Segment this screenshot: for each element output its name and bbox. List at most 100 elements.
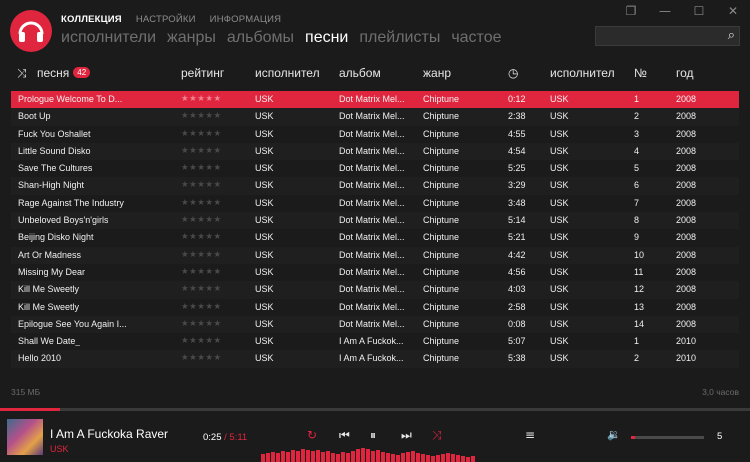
artist-cell: USK <box>255 94 274 104</box>
album-cell: Dot Matrix Mel... <box>339 249 405 260</box>
genre-cell: Chiptune <box>423 94 460 104</box>
top-navigation: КОЛЛЕКЦИЯ НАСТРОЙКИ ИНФОРМАЦИЯ <box>61 14 281 25</box>
table-row[interactable]: Beijing Disko Night ★★★★★ USK Dot Matrix Me… <box>11 229 739 246</box>
table-row[interactable]: Epilogue See You Again I... ★★★★★ USK Dot M… <box>11 315 739 334</box>
tab-songs[interactable]: песни <box>305 29 348 47</box>
tab-collection[interactable]: КОЛЛЕКЦИЯ <box>61 14 122 25</box>
column-genre[interactable]: жанр <box>423 66 451 80</box>
visualizer-bar <box>411 451 415 462</box>
song-count-badge: 42 <box>73 67 91 78</box>
rating-stars[interactable]: ★★★★★ <box>181 94 222 104</box>
year-cell: 2008 <box>676 180 697 191</box>
shuffle-all-icon[interactable]: ⤨ <box>17 66 27 81</box>
song-title: Little Sound Disko <box>18 145 91 156</box>
playback-time: 0:25 / 5:11 <box>203 432 247 443</box>
table-row[interactable]: Little Sound Disko ★★★★★ USK Dot Matrix Mel… <box>11 142 739 161</box>
column-year[interactable]: год <box>676 66 694 80</box>
rating-stars[interactable]: ★★★★★ <box>181 146 222 156</box>
visualizer-bar <box>326 451 330 462</box>
pause-icon[interactable]: ⏸ <box>370 428 376 443</box>
table-row[interactable]: Fuck You Oshallet ★★★★★ USK Dot Matrix Mel.… <box>11 126 739 143</box>
visualizer-bar <box>416 453 420 462</box>
volume-icon[interactable]: 🔉 <box>607 428 621 441</box>
column-duration-clock-icon[interactable]: ◷ <box>508 66 518 80</box>
duration-cell: 4:54 <box>508 145 526 156</box>
rating-stars[interactable]: ★★★★★ <box>181 111 222 121</box>
tab-genres[interactable]: жанры <box>167 29 216 47</box>
volume-slider[interactable] <box>631 436 704 439</box>
rating-stars[interactable]: ★★★★★ <box>181 302 222 312</box>
table-row[interactable]: Boot Up ★★★★★ USK Dot Matrix Mel... Chiptune… <box>11 108 739 126</box>
rating-stars[interactable]: ★★★★★ <box>181 250 222 260</box>
table-row[interactable]: Save The Cultures ★★★★★ USK Dot Matrix Mel.… <box>11 160 739 177</box>
album-cell: Dot Matrix Mel... <box>339 145 405 156</box>
rating-stars[interactable]: ★★★★★ <box>181 284 222 294</box>
tab-artists[interactable]: исполнители <box>61 29 156 47</box>
column-artist[interactable]: исполнител <box>255 66 320 80</box>
song-title: Unbeloved Boys'n'girls <box>18 215 109 226</box>
table-row[interactable]: Shan-High Night ★★★★★ USK Dot Matrix Mel...… <box>11 177 739 195</box>
search-icon[interactable]: ⌕ <box>728 28 735 43</box>
track-number-cell: 5 <box>634 163 640 174</box>
rating-stars[interactable]: ★★★★★ <box>181 180 222 190</box>
table-row[interactable]: Rage Against The Industry ★★★★★ USK Dot Mat… <box>11 195 739 212</box>
visualizer-bar <box>431 456 435 462</box>
shuffle-icon[interactable]: ⤨ <box>432 428 442 443</box>
track-number-cell: 7 <box>634 197 640 208</box>
table-row[interactable]: Kill Me Sweetly ★★★★★ USK Dot Matrix Mel...… <box>11 299 739 316</box>
table-row[interactable]: Shall We Date_ ★★★★★ USK I Am A Fuckok... Ch… <box>11 333 739 350</box>
column-rating[interactable]: рейтинг <box>181 66 224 80</box>
rating-stars[interactable]: ★★★★★ <box>181 163 222 173</box>
album-artist-cell: USK <box>550 128 569 139</box>
rating-stars[interactable]: ★★★★★ <box>181 267 222 277</box>
visualizer-bar <box>346 453 350 462</box>
artist-cell: USK <box>255 163 274 174</box>
table-row[interactable]: Prologue Welcome To D... ★★★★★ USK Dot Matr… <box>11 91 739 109</box>
duration-cell: 5:21 <box>508 232 526 243</box>
rating-stars[interactable]: ★★★★★ <box>181 129 222 139</box>
maximize-button[interactable]: ☐ <box>682 0 716 22</box>
tab-information[interactable]: ИНФОРМАЦИЯ <box>210 14 282 25</box>
equalizer-icon[interactable]: ≡ <box>525 428 535 442</box>
minimize-button[interactable]: — <box>648 0 682 22</box>
track-number-cell: 13 <box>634 301 645 312</box>
visualizer-bar <box>266 453 270 462</box>
duration-cell: 2:38 <box>508 111 526 122</box>
column-song[interactable]: песня 42 <box>37 66 91 80</box>
tab-settings[interactable]: НАСТРОЙКИ <box>136 14 196 25</box>
table-row[interactable]: Unbeloved Boys'n'girls ★★★★★ USK Dot Matrix… <box>11 212 739 230</box>
tab-playlists[interactable]: плейлисты <box>359 29 440 47</box>
tab-albums[interactable]: альбомы <box>227 29 294 47</box>
previous-track-icon[interactable]: ⏮ <box>339 428 350 443</box>
column-track-number[interactable]: № <box>634 66 647 80</box>
next-track-icon[interactable]: ⏭ <box>401 428 412 443</box>
table-row[interactable]: Missing My Dear ★★★★★ USK Dot Matrix Mel...… <box>11 264 739 281</box>
tab-frequent[interactable]: частое <box>451 29 501 47</box>
column-album-artist[interactable]: исполнител <box>550 66 615 80</box>
album-artist-cell: USK <box>550 111 569 122</box>
table-row[interactable]: Hello 2010 ★★★★★ USK I Am A Fuckok... Chiptu… <box>11 350 739 368</box>
rating-stars[interactable]: ★★★★★ <box>181 353 222 363</box>
table-row[interactable]: Art Or Madness ★★★★★ USK Dot Matrix Mel... C… <box>11 246 739 264</box>
genre-cell: Chiptune <box>423 336 460 347</box>
rating-stars[interactable]: ★★★★★ <box>181 336 222 346</box>
visualizer-bar <box>386 453 390 462</box>
genre-cell: Chiptune <box>423 232 460 243</box>
rating-stars[interactable]: ★★★★★ <box>181 198 222 208</box>
close-button[interactable]: ✕ <box>716 0 750 22</box>
rating-stars[interactable]: ★★★★★ <box>181 215 222 225</box>
column-album[interactable]: альбом <box>339 66 381 80</box>
year-cell: 2008 <box>676 128 697 139</box>
now-playing-artist[interactable]: USK <box>50 444 69 454</box>
repeat-icon[interactable]: ↻ <box>307 428 317 442</box>
table-row[interactable]: Kill Me Sweetly ★★★★★ USK Dot Matrix Mel...… <box>11 281 739 299</box>
rating-stars[interactable]: ★★★★★ <box>181 232 222 242</box>
album-art[interactable] <box>7 419 43 455</box>
compact-mode-icon[interactable]: ❐ <box>614 0 648 22</box>
album-cell: Dot Matrix Mel... <box>339 301 405 312</box>
search-input[interactable]: ⌕ <box>595 26 740 46</box>
column-song-label: песня <box>37 66 70 80</box>
album-artist-cell: USK <box>550 284 569 295</box>
track-number-cell: 12 <box>634 284 645 295</box>
rating-stars[interactable]: ★★★★★ <box>181 319 222 329</box>
